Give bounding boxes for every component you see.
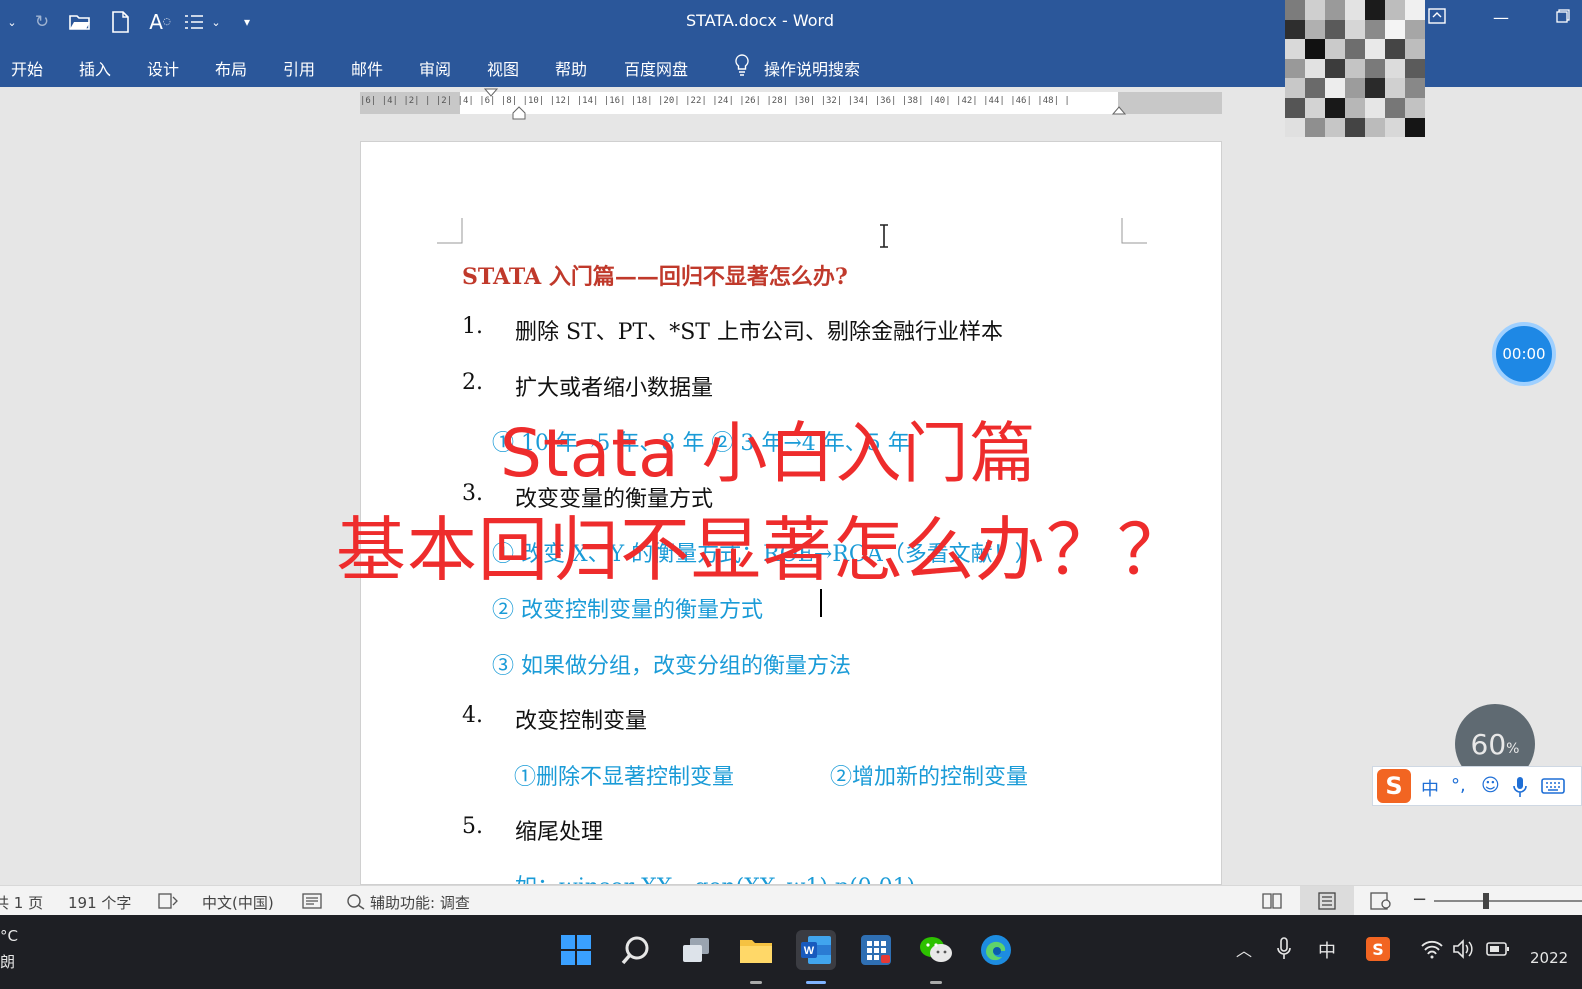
maximize-button[interactable] [1548, 8, 1578, 27]
macro-icon[interactable] [302, 893, 322, 909]
subitem-text: ②增加新的控制变量 [830, 765, 1029, 790]
keyboard-icon[interactable] [1541, 778, 1565, 794]
tab-view[interactable]: 视图 [487, 56, 519, 80]
tab-help[interactable]: 帮助 [555, 56, 587, 80]
wifi-icon[interactable] [1420, 939, 1444, 959]
item-text: 缩尾处理 [515, 820, 604, 845]
overlay-title-line2: 基本回归不显著怎么办？？ [336, 509, 1188, 591]
task-view-icon [683, 938, 709, 962]
right-indent-marker[interactable] [1112, 106, 1126, 116]
tab-references[interactable]: 引用 [283, 56, 315, 80]
microphone-icon[interactable] [1513, 776, 1527, 798]
tab-home[interactable]: 开始 [11, 56, 43, 80]
zoom-slider-thumb[interactable] [1483, 893, 1489, 909]
status-bar: 共 1 页 191 个字 中文(中国) 辅助功能: 调查 − [0, 885, 1582, 916]
print-layout-icon [1318, 892, 1336, 910]
battery-icon[interactable] [1486, 941, 1510, 957]
weather-desc[interactable]: 朗 [0, 951, 15, 972]
zoom-slider[interactable] [1434, 900, 1582, 902]
language-indicator[interactable]: 中文(中国) [202, 892, 274, 913]
accessibility-status[interactable]: 辅助功能: 调查 [370, 892, 470, 913]
tray-clock[interactable]: 2022 [1530, 949, 1568, 967]
sogou-logo-icon[interactable]: S [1377, 769, 1411, 803]
item-number: 1. [462, 314, 483, 339]
ime-punctuation-toggle[interactable]: °, [1451, 775, 1466, 796]
edge-icon [981, 935, 1011, 965]
tab-mailings[interactable]: 邮件 [351, 56, 383, 80]
taskbar: °C 朗 W ︿ 中 S 2022 [0, 915, 1582, 989]
tab-baidu-netdisk[interactable]: 百度网盘 [624, 56, 688, 80]
item-text: 删除 ST、PT、*ST 上市公司、剔除金融行业样本 [515, 320, 1003, 345]
tray-overflow-icon[interactable]: ︿ [1236, 937, 1252, 961]
ime-toolbar[interactable]: S 中 °, ☺ [1372, 766, 1582, 806]
edge-button[interactable] [976, 930, 1016, 970]
tell-me-search[interactable]: 操作说明搜索 [764, 56, 860, 80]
zoom-badge-value: 60 [1470, 727, 1507, 761]
subitem-text: 如：winsor XX，gen(XX_w1) p(0.01) [515, 869, 915, 884]
file-explorer-button[interactable] [736, 930, 776, 970]
tab-design[interactable]: 设计 [147, 56, 179, 80]
web-layout-icon[interactable] [1370, 892, 1392, 910]
tray-microphone-icon[interactable] [1276, 937, 1292, 961]
word-taskbar-button[interactable]: W [796, 930, 836, 970]
volume-icon[interactable] [1452, 939, 1474, 959]
recording-timer[interactable]: 00:00 [1492, 322, 1556, 386]
subitem-text: ② 改变控制变量的衡量方式 [492, 598, 763, 623]
item-number: 4. [462, 703, 483, 728]
windows-logo-icon [561, 935, 591, 965]
subitem-text: ①删除不显著控制变量 [514, 765, 735, 790]
read-mode-icon[interactable] [1262, 892, 1282, 910]
crop-mark-top-left [437, 218, 463, 244]
text-cursor-icon [880, 224, 888, 248]
ruler-labels: |6| |4| |2| | |2| |4| |6| |8| |10| |12| … [360, 96, 1070, 106]
app-grid-icon [861, 935, 891, 965]
ribbon-display-icon[interactable] [1422, 8, 1452, 28]
print-layout-button[interactable] [1300, 886, 1354, 916]
crop-mark-top-right [1121, 218, 1147, 244]
horizontal-ruler[interactable]: |6| |4| |2| | |2| |4| |6| |8| |10| |12| … [360, 88, 1222, 120]
tray-ime-indicator[interactable]: 中 [1318, 937, 1336, 963]
left-indent-marker[interactable] [512, 106, 526, 120]
page-count[interactable]: 共 1 页 [0, 892, 43, 913]
item-text: 改变控制变量 [515, 709, 648, 734]
proofing-icon[interactable] [158, 893, 178, 909]
zoom-out-button[interactable]: − [1412, 889, 1427, 910]
minimize-button[interactable]: — [1486, 8, 1516, 27]
word-logo-icon: W [801, 936, 831, 964]
tab-layout[interactable]: 布局 [215, 56, 247, 80]
item-text: 扩大或者缩小数据量 [515, 376, 714, 401]
zoom-badge-unit: % [1506, 741, 1520, 757]
lightbulb-icon [735, 54, 749, 76]
folder-icon [740, 940, 772, 963]
subitem-text: ③ 如果做分组，改变分组的衡量方法 [492, 654, 851, 679]
search-icon [621, 936, 649, 965]
item-number: 5. [462, 814, 483, 839]
emoji-icon[interactable]: ☺ [1481, 775, 1500, 796]
weather-temp[interactable]: °C [0, 927, 18, 945]
accessibility-icon[interactable] [346, 892, 366, 910]
item-number: 2. [462, 370, 483, 395]
wechat-icon [920, 937, 952, 962]
app-grid-button[interactable] [856, 930, 896, 970]
svg-text:W: W [804, 945, 815, 957]
word-count[interactable]: 191 个字 [68, 892, 131, 913]
start-button[interactable] [556, 930, 596, 970]
ime-mode-toggle[interactable]: 中 [1421, 775, 1439, 801]
wechat-button[interactable] [916, 930, 956, 970]
search-button[interactable] [616, 930, 656, 970]
first-line-indent-marker[interactable] [484, 88, 498, 98]
document-title: STATA 入门篇——回归不显著怎么办? [462, 264, 848, 290]
pixelated-avatar [1285, 0, 1425, 138]
tab-review[interactable]: 审阅 [419, 56, 451, 80]
overlay-title-line1: Stata 小白入门篇 [500, 415, 1037, 492]
tray-sogou-icon[interactable]: S [1366, 937, 1390, 961]
tab-insert[interactable]: 插入 [79, 56, 111, 80]
task-view-button[interactable] [676, 930, 716, 970]
